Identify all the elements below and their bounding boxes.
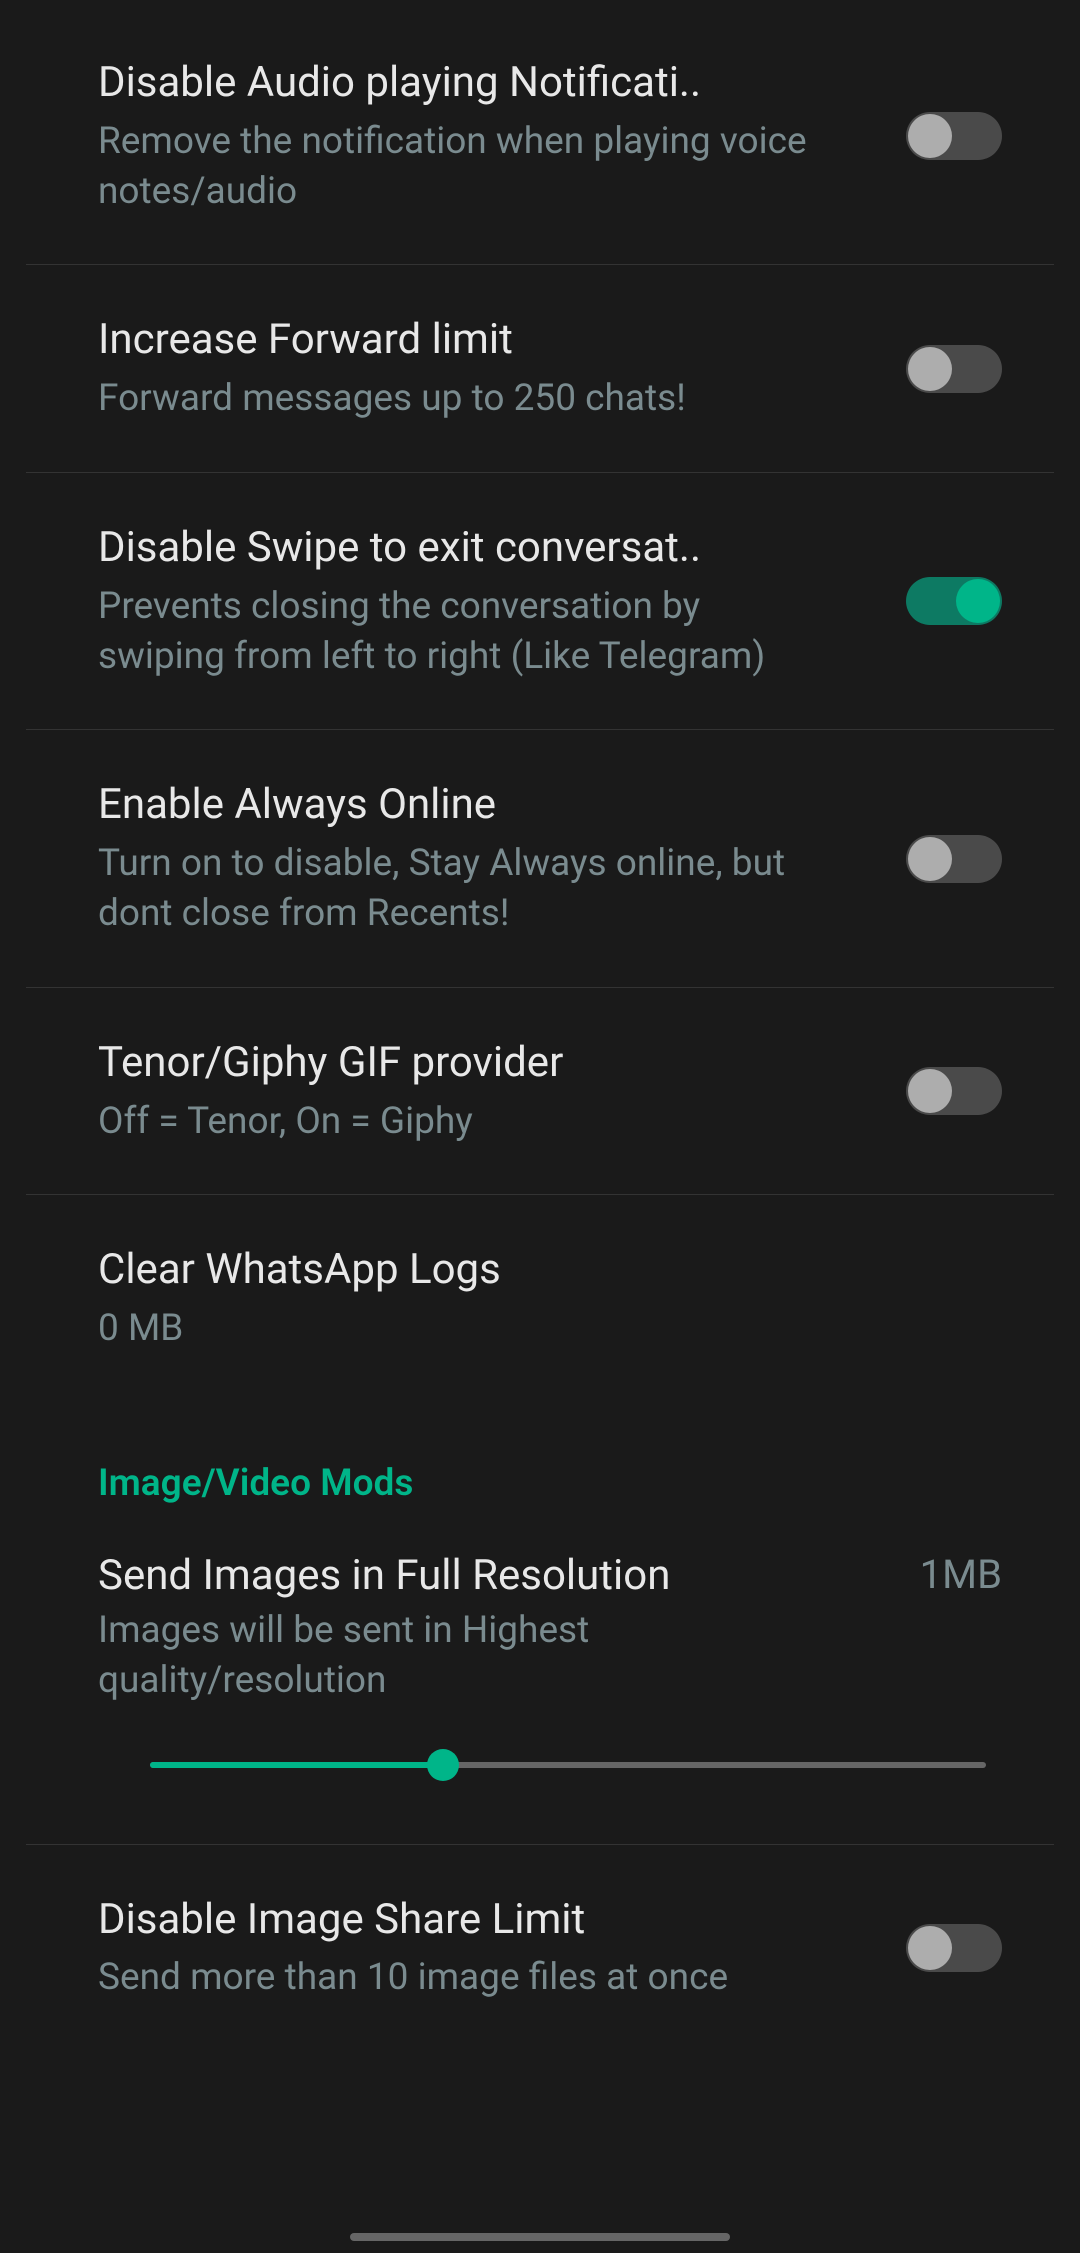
setting-disable-audio-notification[interactable]: Disable Audio playing Notificati.. Remov…: [26, 0, 1054, 265]
setting-title: Disable Audio playing Notificati..: [98, 56, 818, 111]
setting-title: Tenor/Giphy GIF provider: [98, 1036, 818, 1091]
setting-title: Enable Always Online: [98, 778, 818, 833]
setting-title: Disable Swipe to exit conversat..: [98, 521, 818, 576]
setting-subtitle: 0 MB: [98, 1304, 818, 1354]
setting-image-share-limit[interactable]: Disable Image Share Limit Send more than…: [26, 1845, 1054, 2052]
setting-subtitle: Send more than 10 image files at once: [98, 1953, 818, 2003]
toggle-disable-audio-notification[interactable]: [906, 112, 1002, 160]
setting-subtitle: Prevents closing the conversation by swi…: [98, 582, 818, 682]
setting-subtitle: Remove the notification when playing voi…: [98, 117, 818, 217]
slider-value: 1MB: [920, 1551, 1002, 1598]
setting-subtitle: Images will be sent in Highest quality/r…: [98, 1606, 818, 1706]
setting-title: Increase Forward limit: [98, 313, 818, 368]
toggle-always-online[interactable]: [906, 835, 1002, 883]
setting-subtitle: Turn on to disable, Stay Always online, …: [98, 839, 818, 939]
setting-title: Clear WhatsApp Logs: [98, 1243, 818, 1298]
setting-increase-forward-limit[interactable]: Increase Forward limit Forward messages …: [26, 265, 1054, 473]
setting-clear-logs[interactable]: Clear WhatsApp Logs 0 MB: [26, 1195, 1054, 1402]
setting-title: Disable Image Share Limit: [98, 1893, 818, 1948]
setting-subtitle: Off = Tenor, On = Giphy: [98, 1097, 818, 1147]
toggle-image-share-limit[interactable]: [906, 1924, 1002, 1972]
image-resolution-slider[interactable]: [150, 1762, 986, 1768]
home-indicator: [350, 2233, 730, 2241]
setting-title: Send Images in Full Resolution: [98, 1551, 920, 1600]
setting-disable-swipe-exit[interactable]: Disable Swipe to exit conversat.. Preven…: [26, 473, 1054, 730]
section-header-image-video: Image/Video Mods: [26, 1402, 1054, 1525]
toggle-disable-swipe-exit[interactable]: [906, 577, 1002, 625]
setting-always-online[interactable]: Enable Always Online Turn on to disable,…: [26, 730, 1054, 987]
slider-thumb[interactable]: [427, 1749, 459, 1781]
setting-gif-provider[interactable]: Tenor/Giphy GIF provider Off = Tenor, On…: [26, 988, 1054, 1196]
toggle-increase-forward-limit[interactable]: [906, 345, 1002, 393]
setting-subtitle: Forward messages up to 250 chats!: [98, 374, 818, 424]
setting-image-resolution[interactable]: Send Images in Full Resolution Images wi…: [26, 1525, 1054, 1845]
toggle-gif-provider[interactable]: [906, 1067, 1002, 1115]
